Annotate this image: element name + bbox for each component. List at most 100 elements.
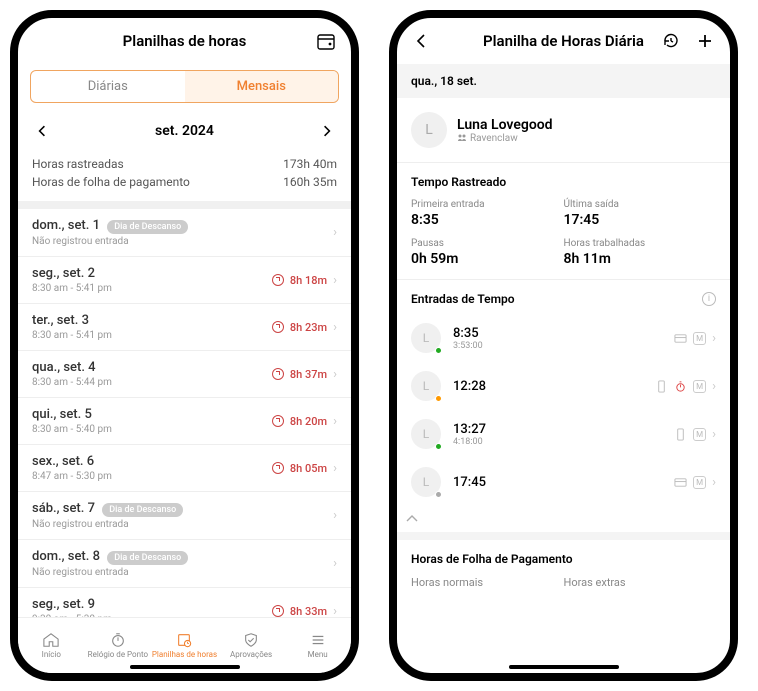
phone-icon — [655, 380, 668, 393]
status-dot — [435, 347, 442, 354]
collapse-toggle[interactable] — [397, 506, 730, 532]
day-row[interactable]: sáb., set. 7 Dia de DescansoNão registro… — [18, 492, 351, 540]
breaks-value: 0h 59m — [411, 251, 564, 267]
info-icon[interactable]: i — [702, 292, 716, 306]
date-bar: qua., 18 set. — [397, 64, 730, 98]
day-row[interactable]: sex., set. 68:47 am - 5:30 pm8h 05m› — [18, 445, 351, 492]
day-name: sex., set. 6 — [32, 454, 272, 469]
tab-daily[interactable]: Diárias — [31, 71, 185, 102]
page-title: Planilhas de horas — [123, 32, 247, 50]
manual-badge: M — [693, 332, 706, 345]
day-sub: 8:30 am - 5:41 pm — [32, 283, 272, 294]
status-dot — [435, 491, 442, 498]
home-indicator — [509, 665, 619, 669]
day-sub: 8:30 am - 5:44 pm — [32, 377, 272, 388]
payroll-section: Horas de Folha de Pagamento Horas normai… — [397, 532, 730, 593]
tab-home[interactable]: Início — [18, 618, 85, 673]
phone-icon — [674, 428, 687, 441]
day-name: dom., set. 8 Dia de Descanso — [32, 549, 333, 565]
worked-value: 8h 11m — [564, 251, 717, 267]
day-row[interactable]: seg., set. 28:30 am - 5:41 pm8h 18m› — [18, 257, 351, 304]
shield-icon — [241, 632, 261, 648]
tracked-hours-label: Horas rastreadas — [32, 157, 124, 171]
status-dot — [435, 395, 442, 402]
chevron-right-icon: › — [333, 367, 337, 382]
clock-icon — [272, 321, 284, 333]
manual-badge: M — [693, 476, 706, 489]
chevron-right-icon: › — [712, 427, 716, 442]
day-row[interactable]: qua., set. 4 8:30 am - 5:44 pm 8h 37m › — [18, 351, 351, 398]
tab-monthly[interactable]: Mensais — [185, 71, 339, 102]
clock-icon — [272, 605, 284, 617]
chevron-right-icon: › — [333, 508, 337, 523]
day-name: ter., set. 3 — [32, 313, 272, 328]
extra-hours-label: Horas extras — [564, 576, 717, 589]
day-name: seg., set. 9 — [32, 597, 272, 612]
month-label: set. 2024 — [155, 123, 214, 139]
time-entry[interactable]: L 12:28 M› — [397, 362, 730, 410]
regular-hours-label: Horas normais — [411, 576, 564, 589]
first-entry-value: 8:35 — [411, 212, 564, 228]
rest-badge: Dia de Descanso — [102, 503, 183, 517]
time-entry[interactable]: L 8:35 3:53:00 M › — [397, 314, 730, 362]
chevron-right-icon: › — [333, 273, 337, 288]
phone-left: Planilhas de horas Diárias Mensais set. … — [10, 10, 359, 681]
clock-icon — [272, 274, 284, 286]
manual-badge: M — [693, 428, 706, 441]
menu-icon — [308, 632, 328, 648]
day-row[interactable]: dom., set. 1 Dia de Descanso Não registro… — [18, 209, 351, 257]
entry-avatar: L — [411, 419, 441, 449]
day-sub: 8:47 am - 5:30 pm — [32, 471, 272, 482]
entries-list: L 8:35 3:53:00 M› L 12:28 M› L 13:27 4:1… — [397, 314, 730, 506]
day-name: dom., set. 1 Dia de Descanso — [32, 218, 333, 234]
entry-duration: 3:53:00 — [453, 341, 674, 351]
header-left: Planilhas de horas — [18, 18, 351, 64]
time-entry[interactable]: L 17:45 M› — [397, 458, 730, 506]
history-icon[interactable] — [660, 30, 682, 52]
last-exit-value: 17:45 — [564, 212, 717, 228]
breaks-label: Pausas — [411, 238, 564, 249]
day-name: qua., set. 4 — [32, 360, 272, 375]
tab-menu[interactable]: Menu — [284, 618, 351, 673]
next-month-icon[interactable] — [321, 125, 333, 137]
user-row[interactable]: L Luna Lovegood Ravenclaw — [397, 98, 730, 163]
entry-time: 13:27 — [453, 422, 674, 437]
day-row[interactable]: dom., set. 8 Dia de Descanso Não registro… — [18, 540, 351, 588]
day-row[interactable]: seg., set. 99:30 am - 5:30 pm8h 33m› — [18, 588, 351, 617]
day-row[interactable]: ter., set. 38:30 am - 5:41 pm8h 23m› — [18, 304, 351, 351]
chevron-right-icon: › — [712, 331, 716, 346]
entry-time: 17:45 — [453, 475, 674, 490]
prev-month-icon[interactable] — [36, 125, 48, 137]
back-icon[interactable] — [411, 30, 433, 52]
entry-time: 12:28 — [453, 379, 655, 394]
time-entry[interactable]: L 13:27 4:18:00 M› — [397, 410, 730, 458]
day-duration: 8h 37m — [290, 368, 327, 381]
day-name: qui., set. 5 — [32, 407, 272, 422]
day-sub: 8:30 am - 5:40 pm — [32, 424, 272, 435]
entry-avatar: L — [411, 323, 441, 353]
chevron-right-icon: › — [333, 604, 337, 618]
break-icon — [674, 380, 687, 393]
day-duration: 8h 20m — [290, 415, 327, 428]
day-sub: Não registrou entrada — [32, 236, 333, 247]
payroll-hours-value: 160h 35m — [283, 175, 337, 189]
day-duration: 8h 18m — [290, 274, 327, 287]
entry-avatar: L — [411, 371, 441, 401]
segmented-control: Diárias Mensais — [30, 70, 339, 103]
chevron-right-icon: › — [712, 475, 716, 490]
sheet-icon — [174, 632, 194, 648]
day-sub: Não registrou entrada — [32, 567, 333, 578]
tracked-time-title: Tempo Rastreado — [397, 163, 730, 195]
stats-grid: Primeira entrada 8:35 Última saída 17:45… — [397, 195, 730, 280]
day-row[interactable]: qui., set. 58:30 am - 5:40 pm8h 20m› — [18, 398, 351, 445]
avatar: L — [411, 112, 447, 148]
clock-icon — [272, 415, 284, 427]
chevron-right-icon: › — [333, 320, 337, 335]
add-icon[interactable] — [694, 30, 716, 52]
card-icon — [674, 476, 687, 489]
calendar-icon[interactable] — [315, 30, 337, 52]
chevron-right-icon: › — [333, 556, 337, 571]
entry-time: 8:35 — [453, 326, 674, 341]
summary: Horas rastreadas 173h 40m Horas de folha… — [18, 153, 351, 209]
day-name: sáb., set. 7 Dia de Descanso — [32, 501, 333, 517]
